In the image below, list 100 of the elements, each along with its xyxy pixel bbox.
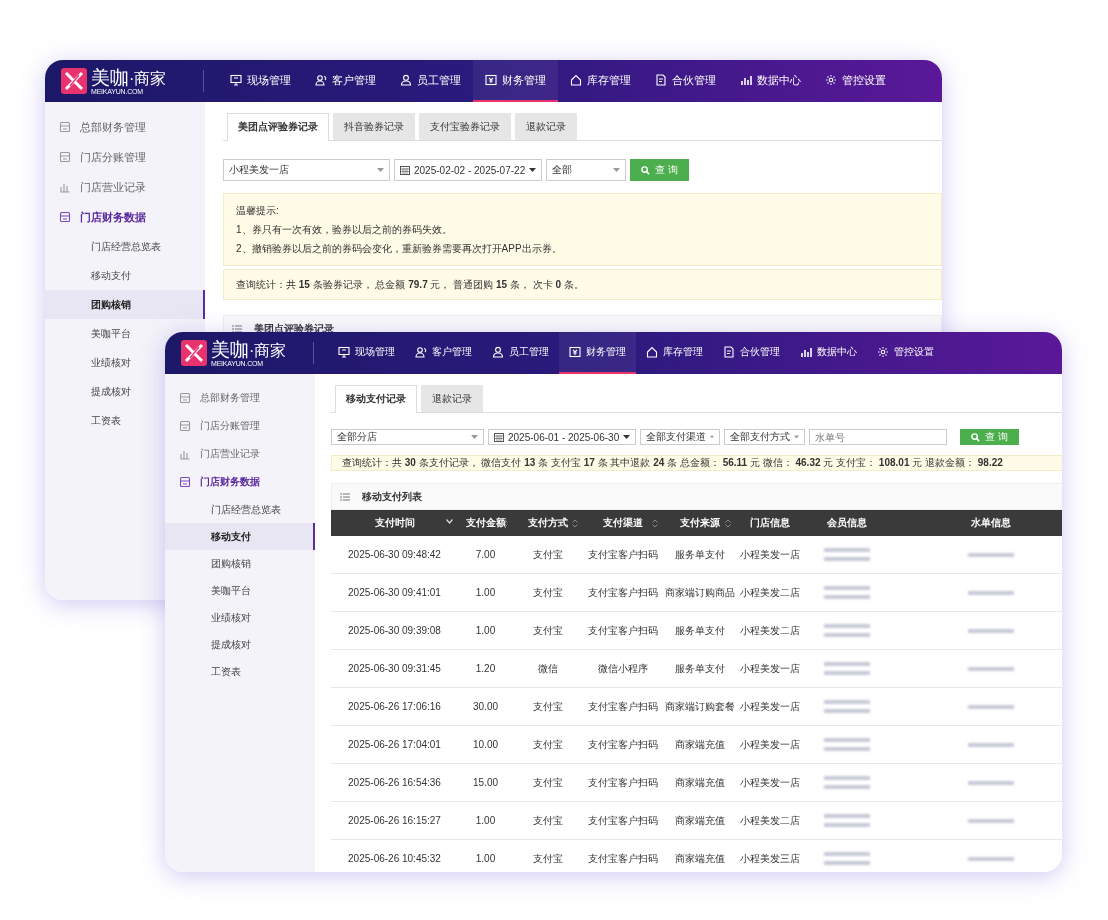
table-cell: 支付宝 [513,611,583,650]
sidebar-subitem[interactable]: 团购核销 [45,290,205,319]
table-cell: 小程美发二店 [736,801,803,840]
tab[interactable]: 支付宝验券记录 [419,113,511,140]
column-header[interactable]: 支付方式 [513,510,583,536]
select-field[interactable]: 全部分店 [331,429,484,445]
table-cell: 商家端订购套餐 [663,687,736,726]
nav-item[interactable]: 库存管理 [636,332,713,374]
select-field[interactable]: 全部支付方式 [724,429,806,445]
sidebar-subitem[interactable]: 美咖平台 [91,319,131,348]
sidebar-subitem[interactable]: 业绩核对 [165,604,315,631]
nav-item[interactable]: 员工管理 [482,332,559,374]
sidebar-item[interactable]: 门店营业记录 [45,172,205,202]
bar-chart-icon [740,74,752,86]
sidebar-subitem[interactable]: 移动支付 [91,261,131,290]
redacted-mark [824,586,870,590]
tab[interactable]: 退款记录 [515,113,577,140]
nav-item[interactable]: 数据中心 [728,60,813,102]
table-cell: 2025-06-26 16:15:27 [331,801,458,840]
nav-item[interactable]: 财务管理 [473,60,558,102]
table-cell: 小程美发一店 [736,649,803,688]
stats-text: 查询统计：共 30 条支付记录， 微信支付 13 条 支付宝 17 条 其中退款 24 条 总金额： 56.11 元 微信： 46.32 元 支付宝： 108.01 元 退款金额： 98.22 [342,456,1003,470]
tab[interactable]: 移动支付记录 [335,385,417,413]
redacted-mark [824,595,870,599]
nav-item[interactable]: 管控设置 [867,332,944,374]
house-icon [570,74,582,86]
table-cell: 小程美发三店 [736,839,803,872]
nav-item[interactable]: 库存管理 [558,60,643,102]
nav-item[interactable]: 管控设置 [813,60,898,102]
table-cell: 商家端充值 [663,839,736,872]
sidebar-subitem[interactable]: 门店经营总览表 [91,232,161,261]
sidebar-subitem[interactable]: 工资表 [91,406,121,435]
sidebar-item[interactable]: 门店分账管理 [45,142,205,172]
logo-icon [181,340,207,366]
table-cell: 15.00 [458,763,513,802]
notice-text: 2、撤销验券以后之前的券码会变化，重新验券需要再次打开APP出示券。 [236,242,563,256]
date-range-field[interactable]: 2025-02-02 - 2025-07-22 [394,159,543,181]
sidebar-item[interactable]: 门店营业记录 [165,440,315,468]
nav-item[interactable]: 客户管理 [303,60,388,102]
table-cell: 2025-06-26 10:45:32 [331,839,458,872]
select-field[interactable]: 小程美发一店 [223,159,390,181]
store-icon [59,211,71,223]
nav-item[interactable]: 数据中心 [790,332,867,374]
sidebar-subitem[interactable]: 工资表 [165,658,315,685]
sidebar-subitem[interactable]: 团购核销 [165,550,315,577]
sidebar-subitem[interactable]: 提成核对 [165,631,315,658]
bar-chart-icon [800,346,812,358]
store-icon [179,392,191,404]
nav-item[interactable]: 现场管理 [218,60,303,102]
sidebar-subitem[interactable]: 门店经营总览表 [165,496,315,523]
column-header[interactable]: 支付来源 [663,510,736,536]
tab[interactable]: 抖音验券记录 [333,113,415,140]
table-cell: 2025-06-26 16:54:36 [331,763,458,802]
table-cell: 支付宝 [513,536,583,574]
nav-item[interactable]: 现场管理 [328,332,405,374]
sidebar-subitem[interactable]: 提成核对 [91,377,131,406]
dropdown-caret-icon [471,435,478,439]
table-cell: 商家端充值 [663,801,736,840]
column-header[interactable]: 水单信息 [891,510,1062,536]
redacted-mark [824,662,870,666]
sidebar-item[interactable]: 总部财务管理 [165,384,315,412]
column-header[interactable]: 门店信息 [736,510,803,536]
tab[interactable]: 退款记录 [421,385,483,412]
redacted-mark [824,861,870,865]
select-field[interactable]: 全部支付渠道 [640,429,721,445]
sidebar-item[interactable]: 门店财务数据 [165,468,315,496]
person-icon [400,74,412,86]
select-field[interactable]: 全部 [546,159,627,181]
sidebar-subitem[interactable]: 业绩核对 [91,348,131,377]
nav-item[interactable]: 合伙管理 [713,332,790,374]
sidebar-subitem[interactable]: 美咖平台 [165,577,315,604]
list-icon [232,324,242,333]
sidebar-item[interactable]: 门店财务数据 [45,202,205,232]
column-header[interactable]: 支付时间 [331,510,458,536]
tab[interactable]: 美团点评验券记录 [227,113,329,141]
users-icon [315,74,327,86]
sidebar-subitem[interactable]: 移动支付 [165,523,315,550]
bar-chart-icon [59,181,71,193]
sidebar-item[interactable]: 总部财务管理 [45,112,205,142]
nav-item[interactable]: 合伙管理 [643,60,728,102]
search-field[interactable]: 水单号 [809,429,948,445]
table-cell: 支付宝 [513,763,583,802]
column-header[interactable]: 会员信息 [803,510,891,536]
table-cell: 服务单支付 [663,536,736,574]
table-cell: 服务单支付 [663,611,736,650]
list-icon [340,492,350,501]
date-range-field[interactable]: 2025-06-01 - 2025-06-30 [488,429,637,445]
nav-item[interactable]: 员工管理 [388,60,473,102]
dropdown-caret-icon [794,435,800,439]
logo-icon [61,68,87,94]
table-cell: 支付宝 [513,687,583,726]
redacted-mark [968,704,1014,709]
redacted-mark [824,700,870,704]
table-cell: 小程美发二店 [736,573,803,612]
column-header[interactable]: 支付渠道 [583,510,663,536]
table-cell: 支付宝客户扫码 [583,839,663,872]
nav-item[interactable]: 财务管理 [559,332,636,374]
nav-item[interactable]: 客户管理 [405,332,482,374]
monitor-icon [230,74,242,86]
sidebar-item[interactable]: 门店分账管理 [165,412,315,440]
